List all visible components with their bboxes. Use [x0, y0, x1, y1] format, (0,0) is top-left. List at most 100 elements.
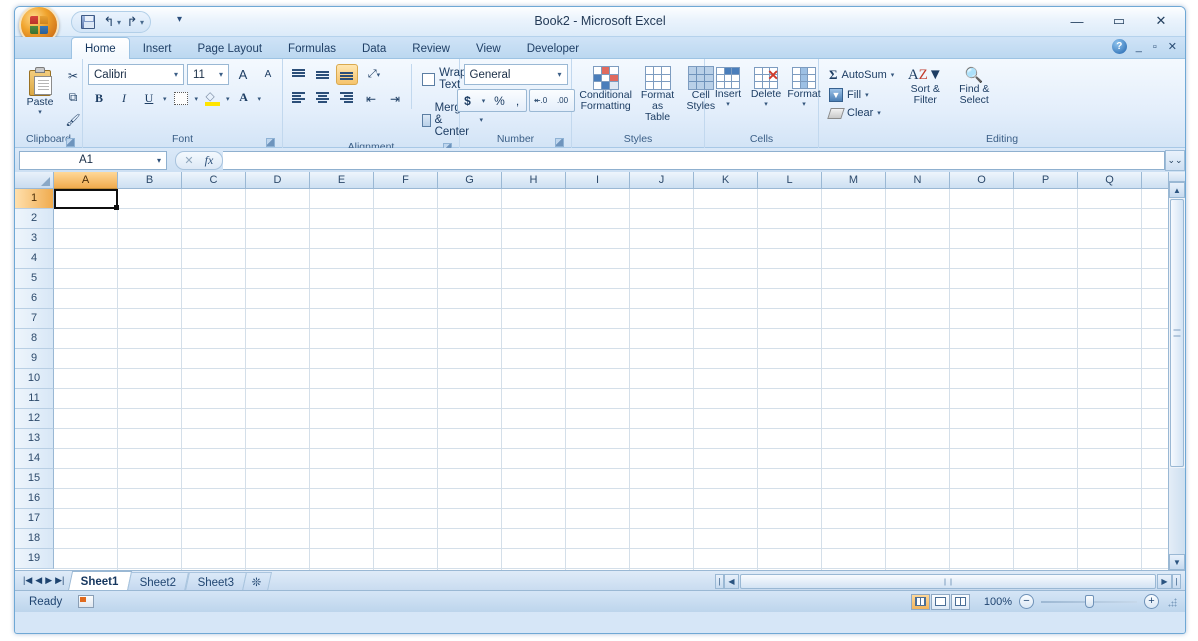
- font-dialog-launcher[interactable]: [266, 138, 275, 147]
- insert-caret-icon[interactable]: ▾: [726, 100, 730, 108]
- grow-font-icon[interactable]: A: [232, 64, 254, 85]
- scroll-left-button[interactable]: ◀: [724, 574, 739, 589]
- autosum-button[interactable]: Σ AutoSum ▾: [824, 65, 899, 85]
- tab-data[interactable]: Data: [349, 37, 399, 59]
- doc-close-button[interactable]: ✕: [1166, 40, 1179, 53]
- page-break-view-button[interactable]: [951, 593, 970, 610]
- font-size-combo[interactable]: 11 ▾: [187, 64, 229, 85]
- horizontal-scrollbar[interactable]: | ◀ ▶ |: [715, 574, 1181, 589]
- tab-review[interactable]: Review: [399, 37, 463, 59]
- row-header-16[interactable]: 16: [15, 489, 54, 509]
- align-bottom-icon[interactable]: [336, 64, 358, 85]
- font-name-combo[interactable]: Calibri ▾: [88, 64, 184, 85]
- column-header-C[interactable]: C: [182, 172, 246, 189]
- row-header-14[interactable]: 14: [15, 449, 54, 469]
- h-scroll-end[interactable]: |: [1172, 574, 1181, 589]
- sheet-tab-sheet3[interactable]: Sheet3: [184, 571, 248, 591]
- currency-caret-icon[interactable]: ▾: [478, 90, 490, 111]
- number-dialog-launcher[interactable]: [555, 138, 564, 147]
- row-header-19[interactable]: 19: [15, 549, 54, 569]
- zoom-out-button[interactable]: −: [1019, 594, 1034, 609]
- align-text-right-icon[interactable]: [336, 88, 358, 109]
- orientation-icon[interactable]: ⤢ ▾: [360, 64, 388, 85]
- horizontal-scroll-thumb[interactable]: [740, 574, 1156, 589]
- formula-input[interactable]: [223, 150, 1165, 170]
- align-center-icon[interactable]: [312, 88, 334, 109]
- format-caret-icon[interactable]: ▾: [802, 100, 806, 108]
- name-box[interactable]: A1 ▾: [19, 150, 167, 170]
- column-header-M[interactable]: M: [822, 172, 886, 189]
- row-header-3[interactable]: 3: [15, 229, 54, 249]
- paste-button[interactable]: Paste ▾: [20, 64, 60, 130]
- fill-color-caret-icon[interactable]: ▾: [226, 95, 230, 103]
- vertical-scroll-thumb[interactable]: [1170, 199, 1184, 467]
- delete-cells-button[interactable]: ✕ Delete ▾: [748, 64, 784, 111]
- italic-button[interactable]: I: [113, 88, 135, 109]
- find-select-button[interactable]: 🔍 Find & Select: [951, 64, 997, 121]
- row-header-15[interactable]: 15: [15, 469, 54, 489]
- name-box-caret-icon[interactable]: ▾: [152, 156, 166, 165]
- scroll-down-button[interactable]: ▼: [1169, 554, 1185, 570]
- vertical-split-box[interactable]: [1169, 172, 1185, 182]
- conditional-formatting-button[interactable]: Conditional Formatting: [577, 64, 634, 125]
- tab-insert[interactable]: Insert: [130, 37, 185, 59]
- number-format-combo[interactable]: General ▾: [463, 64, 568, 85]
- h-split-box[interactable]: |: [715, 574, 724, 589]
- column-header-N[interactable]: N: [886, 172, 950, 189]
- clear-button[interactable]: Clear ▾: [824, 105, 899, 121]
- sheet-tab-sheet2[interactable]: Sheet2: [127, 571, 190, 591]
- row-header-10[interactable]: 10: [15, 369, 54, 389]
- cancel-formula-icon[interactable]: ✕: [179, 154, 199, 167]
- comma-style-icon[interactable]: ,: [510, 90, 526, 111]
- column-header-L[interactable]: L: [758, 172, 822, 189]
- fill-caret-icon[interactable]: ▾: [865, 91, 869, 99]
- align-text-left-icon[interactable]: [288, 88, 310, 109]
- increase-indent-icon[interactable]: ⇥: [384, 88, 406, 109]
- fill-button[interactable]: ▼ Fill ▾: [824, 86, 899, 104]
- sheet-tab-sheet1[interactable]: Sheet1: [68, 570, 133, 591]
- decrease-indent-icon[interactable]: ⇤: [360, 88, 382, 109]
- zoom-slider-thumb[interactable]: [1085, 595, 1094, 608]
- row-header-9[interactable]: 9: [15, 349, 54, 369]
- font-color-caret-icon[interactable]: ▾: [258, 95, 262, 103]
- currency-icon[interactable]: $: [458, 90, 478, 111]
- column-header-B[interactable]: B: [118, 172, 182, 189]
- paste-caret-icon[interactable]: ▾: [38, 108, 42, 116]
- number-format-caret-icon[interactable]: ▾: [554, 70, 564, 79]
- row-header-13[interactable]: 13: [15, 429, 54, 449]
- select-all-corner[interactable]: [15, 172, 54, 189]
- tab-view[interactable]: View: [463, 37, 514, 59]
- format-painter-icon[interactable]: 🖌: [62, 109, 84, 130]
- clipboard-dialog-launcher[interactable]: [66, 138, 75, 147]
- column-header-F[interactable]: F: [374, 172, 438, 189]
- font-name-caret-icon[interactable]: ▾: [171, 70, 181, 79]
- column-header-E[interactable]: E: [310, 172, 374, 189]
- row-header-5[interactable]: 5: [15, 269, 54, 289]
- row-header-8[interactable]: 8: [15, 329, 54, 349]
- help-icon[interactable]: ?: [1111, 39, 1127, 54]
- underline-caret-icon[interactable]: ▾: [163, 95, 167, 103]
- row-header-7[interactable]: 7: [15, 309, 54, 329]
- align-middle-icon[interactable]: [312, 64, 334, 85]
- first-sheet-button[interactable]: |◀: [23, 575, 32, 586]
- insert-function-icon[interactable]: fx: [199, 153, 219, 168]
- macro-record-icon[interactable]: [78, 595, 95, 608]
- column-header-I[interactable]: I: [566, 172, 630, 189]
- tab-page-layout[interactable]: Page Layout: [184, 37, 275, 59]
- sort-filter-button[interactable]: AZ▼ Sort & Filter: [902, 64, 948, 121]
- tab-formulas[interactable]: Formulas: [275, 37, 349, 59]
- column-header-O[interactable]: O: [950, 172, 1014, 189]
- column-header-G[interactable]: G: [438, 172, 502, 189]
- prev-sheet-button[interactable]: ◀: [35, 575, 42, 586]
- copy-icon[interactable]: ⧉: [62, 87, 84, 108]
- row-header-1[interactable]: 1: [15, 189, 54, 209]
- row-header-11[interactable]: 11: [15, 389, 54, 409]
- row-header-12[interactable]: 12: [15, 409, 54, 429]
- font-color-icon[interactable]: A: [233, 88, 255, 109]
- autosum-caret-icon[interactable]: ▾: [891, 71, 895, 79]
- column-header-Q[interactable]: Q: [1078, 172, 1142, 189]
- doc-restore-button[interactable]: ▫: [1151, 41, 1159, 53]
- last-sheet-button[interactable]: ▶|: [55, 575, 64, 586]
- vertical-scrollbar[interactable]: ▲ ▼: [1168, 172, 1185, 570]
- column-header-K[interactable]: K: [694, 172, 758, 189]
